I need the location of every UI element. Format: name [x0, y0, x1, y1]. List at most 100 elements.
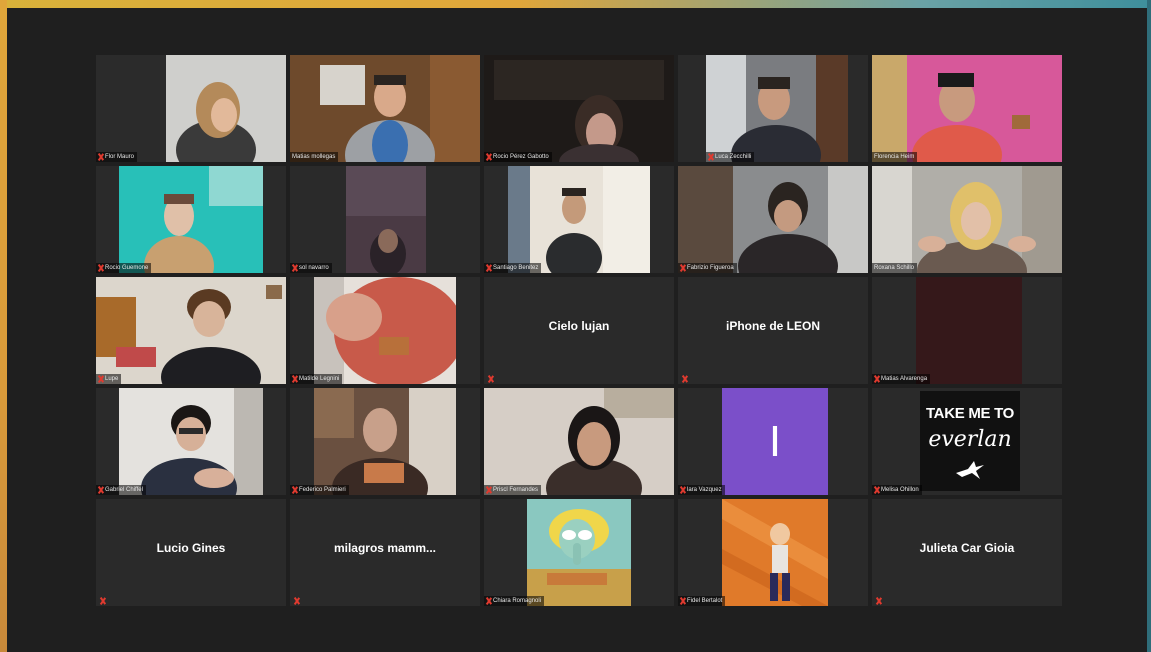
participant-video [872, 55, 1062, 162]
mic-muted-icon [292, 376, 297, 382]
participant-video [314, 277, 456, 384]
mic-muted-icon [680, 487, 685, 493]
participant-name-label: Rocio Pérez Gabotto [484, 152, 552, 162]
mic-muted-icon [100, 598, 105, 604]
mic-muted-icon [98, 265, 103, 271]
participant-profile-image [527, 499, 631, 606]
mic-muted-icon [708, 154, 713, 160]
participant-tile[interactable]: Florencia Heim [872, 55, 1062, 162]
gallery-view: Flor Mauro Matias mollegas Rocio Pérez G… [7, 8, 1147, 652]
participant-tile[interactable]: Gabriel Chiffel [96, 388, 286, 495]
participant-tile[interactable]: TAKE ME TO everlan Melisa Ohillon [872, 388, 1062, 495]
participant-video [484, 388, 674, 495]
mic-muted-icon [98, 376, 103, 382]
participant-tile[interactable]: Chiara Romagnoli [484, 499, 674, 606]
participant-name-label: Flor Mauro [96, 152, 138, 162]
participant-name-label: Matias mollegas [290, 152, 339, 162]
participant-name-label: Matias Alvarenga [872, 374, 931, 384]
participant-name-label: Fidel Bertalot [678, 596, 726, 606]
mic-muted-icon [874, 376, 879, 382]
participant-video [290, 55, 480, 162]
participant-display-name: Lucio Gines [156, 541, 226, 555]
participant-video [96, 277, 286, 384]
participant-name-label: Luca Zecchilli [706, 152, 755, 162]
participant-tile[interactable]: Flor Mauro [96, 55, 286, 162]
participant-tile[interactable]: sol navarro [290, 166, 480, 273]
participant-tile-video-off[interactable]: Cielo lujan [484, 277, 674, 384]
mic-muted-icon [680, 598, 685, 604]
participant-video [706, 55, 848, 162]
participant-tile[interactable]: Rocio Guemone [96, 166, 286, 273]
mic-muted-icon [292, 487, 297, 493]
participant-tile[interactable]: Federico Palmieri [290, 388, 480, 495]
mic-muted-icon [98, 154, 103, 160]
mic-muted-icon [98, 487, 103, 493]
participant-tile[interactable]: Matias Alvarenga [872, 277, 1062, 384]
participant-tile[interactable]: Rocio Pérez Gabotto [484, 55, 674, 162]
mic-muted-icon [486, 265, 491, 271]
mic-muted-icon [488, 376, 493, 382]
participant-tile-video-off[interactable]: milagros mamm... [290, 499, 480, 606]
participant-video [119, 388, 263, 495]
participant-tile[interactable]: Fabrizio Figueroa [678, 166, 868, 273]
frame-left-border [0, 0, 7, 652]
poster-text-line1: TAKE ME TO [925, 405, 1015, 422]
participant-tile[interactable]: Lupe [96, 277, 286, 384]
mic-muted-icon [292, 265, 297, 271]
participant-video [314, 388, 456, 495]
participant-name-label: Matilde Legnini [290, 374, 343, 384]
participant-display-name: iPhone de LEON [725, 319, 820, 333]
frame-right-border [1147, 0, 1151, 652]
mic-muted-icon [486, 487, 491, 493]
avatar-initial: I [768, 416, 782, 466]
mic-muted-icon [874, 487, 879, 493]
frame-top-border [0, 0, 1151, 8]
participant-tile-video-off[interactable]: Julieta Car Gioia [872, 499, 1062, 606]
participant-video [678, 166, 868, 273]
participant-name-label: Chiara Romagnoli [484, 596, 545, 606]
participant-name-label: Priscl Fernandes [484, 485, 542, 495]
mic-muted-icon [876, 598, 881, 604]
participant-name-label: lara Vazquez [678, 485, 725, 495]
participant-name-label: Rocio Guemone [96, 263, 152, 273]
participant-display-name: Cielo lujan [548, 319, 610, 333]
participant-tile[interactable]: Matilde Legnini [290, 277, 480, 384]
participant-name-label: Gabriel Chiffel [96, 485, 146, 495]
participant-name-label: Melisa Ohillon [872, 485, 922, 495]
participant-video [872, 166, 1062, 273]
participant-name-label: Fabrizio Figueroa [678, 263, 737, 273]
participant-tile[interactable]: Luca Zecchilli [678, 55, 868, 162]
participant-tile[interactable]: Priscl Fernandes [484, 388, 674, 495]
participant-tile-video-off[interactable]: Lucio Gines [96, 499, 286, 606]
participant-video [916, 277, 1022, 384]
participant-tile[interactable]: Santiago Benitez [484, 166, 674, 273]
participant-tile[interactable]: Matias mollegas [290, 55, 480, 162]
participant-name-label: Lupe [96, 374, 122, 384]
participant-profile-image: TAKE ME TO everlan [920, 391, 1020, 491]
participant-display-name: Julieta Car Gioia [919, 541, 1015, 555]
participant-name-label: Roxana Schillo [872, 263, 918, 273]
participant-tile-active-speaker[interactable]: Roxana Schillo [872, 166, 1062, 273]
participant-name-label: Federico Palmieri [290, 485, 349, 495]
participant-tile-video-off[interactable]: iPhone de LEON [678, 277, 868, 384]
participant-name-label: Santiago Benitez [484, 263, 542, 273]
mic-muted-icon [486, 598, 491, 604]
participant-name-label: sol navarro [290, 263, 332, 273]
mic-muted-icon [680, 265, 685, 271]
participant-display-name: milagros mamm... [333, 541, 437, 555]
participant-profile-image [722, 499, 828, 606]
participant-video [508, 166, 650, 273]
poster-text-line2: everlan [928, 427, 1012, 452]
participant-video [484, 55, 674, 162]
flying-figure-icon [956, 461, 984, 479]
mic-muted-icon [486, 154, 491, 160]
participant-video [119, 166, 263, 273]
participant-name-label: Florencia Heim [872, 152, 918, 162]
participant-tile[interactable]: Fidel Bertalot [678, 499, 868, 606]
mic-muted-icon [682, 376, 687, 382]
participant-video [346, 166, 426, 273]
participant-avatar: I [722, 388, 828, 495]
participant-tile[interactable]: I lara Vazquez [678, 388, 868, 495]
participant-video [96, 55, 286, 162]
mic-muted-icon [294, 598, 299, 604]
